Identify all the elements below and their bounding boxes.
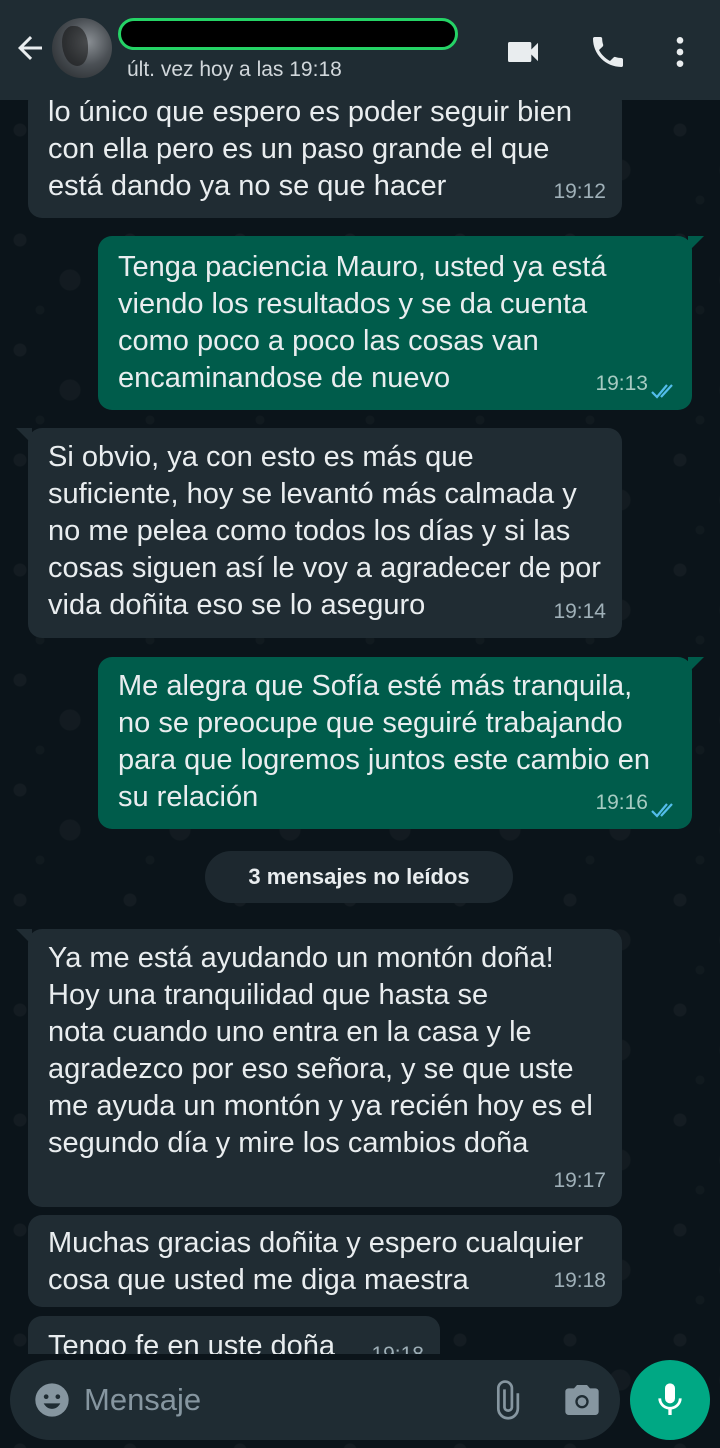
message-time: 19:18 bbox=[553, 1269, 606, 1292]
message-text: Tengo fe en uste doña bbox=[48, 1330, 336, 1354]
emoji-icon[interactable] bbox=[32, 1380, 72, 1420]
read-ticks-icon bbox=[651, 384, 673, 399]
message-incoming[interactable]: Si obvio, ya con esto es más que suficie… bbox=[16, 428, 622, 638]
more-vert-icon[interactable] bbox=[660, 32, 700, 72]
message-input[interactable] bbox=[84, 1378, 464, 1422]
message-time: 19:18 bbox=[371, 1336, 424, 1354]
message-outgoing[interactable]: Me alegra que Sofía esté más tranquila, … bbox=[98, 657, 704, 829]
message-incoming[interactable]: Muchas gracias doñita y espero cualquier… bbox=[28, 1215, 622, 1307]
message-incoming[interactable]: lo único que espero es poder seguir bien… bbox=[28, 100, 622, 218]
message-outgoing[interactable]: Tenga paciencia Mauro, usted ya está vie… bbox=[98, 236, 704, 410]
message-incoming[interactable]: Tengo fe en uste doña 19:18 bbox=[28, 1316, 440, 1354]
message-incoming[interactable]: Ya me está ayudando un montón doña! Hoy … bbox=[16, 929, 622, 1207]
read-ticks-icon bbox=[651, 803, 673, 818]
video-call-icon[interactable] bbox=[503, 32, 543, 72]
phone-icon[interactable] bbox=[588, 32, 628, 72]
message-text: lo único que espero es poder seguir bien… bbox=[48, 100, 572, 202]
message-text: Tenga paciencia Mauro, usted ya está vie… bbox=[118, 251, 607, 394]
message-list[interactable]: lo único que espero es poder seguir bien… bbox=[0, 100, 720, 1354]
message-text: Me alegra que Sofía esté más tranquila, … bbox=[118, 670, 650, 813]
message-time: 19:13 bbox=[595, 372, 648, 395]
contact-avatar[interactable] bbox=[52, 18, 112, 78]
message-time: 19:12 bbox=[553, 180, 606, 203]
message-time: 19:17 bbox=[553, 1169, 606, 1192]
chat-header: últ. vez hoy a las 19:18 bbox=[0, 0, 720, 100]
message-text: Muchas gracias doñita y espero cualquier… bbox=[48, 1227, 584, 1296]
unread-messages-divider: 3 mensajes no leídos bbox=[205, 851, 513, 903]
camera-icon[interactable] bbox=[562, 1380, 602, 1420]
message-composer bbox=[10, 1360, 620, 1440]
attach-icon[interactable] bbox=[486, 1380, 526, 1420]
back-arrow-icon[interactable] bbox=[12, 30, 48, 66]
contact-last-seen: últ. vez hoy a las 19:18 bbox=[127, 58, 342, 81]
message-text: Ya me está ayudando un montón doña! Hoy … bbox=[48, 942, 593, 1159]
message-text: Si obvio, ya con esto es más que suficie… bbox=[48, 441, 601, 621]
mic-icon bbox=[658, 1383, 682, 1415]
contact-name-redacted[interactable] bbox=[118, 18, 458, 50]
message-time: 19:14 bbox=[553, 600, 606, 623]
voice-message-button[interactable] bbox=[630, 1360, 710, 1440]
message-time: 19:16 bbox=[595, 791, 648, 814]
